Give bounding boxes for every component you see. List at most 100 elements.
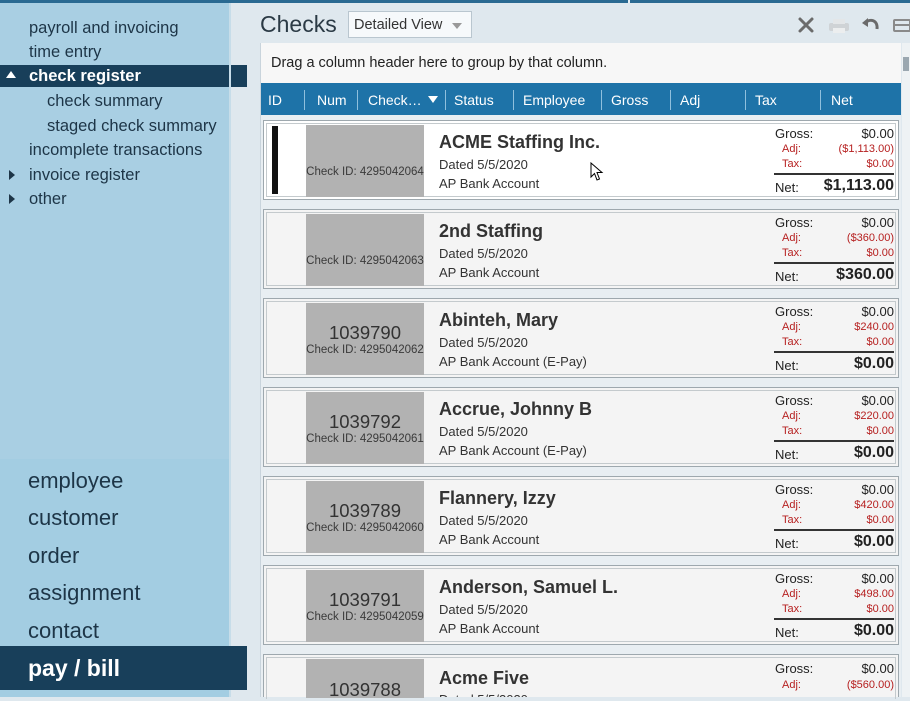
adj-label: Adj: (782, 499, 801, 511)
column-header-check[interactable]: Check… (368, 83, 422, 115)
check-thumbnail[interactable]: 1039791 Check ID: 4295042059 (306, 570, 424, 642)
tax-amount: $0.00 (866, 603, 894, 615)
print-icon[interactable] (827, 14, 851, 36)
column-header-id[interactable]: ID (268, 83, 282, 115)
sidebar-item-invoice-register[interactable]: invoice register (0, 164, 229, 186)
check-id: Check ID: 4295042060 (306, 522, 424, 534)
sidebar-item-other[interactable]: other (0, 188, 229, 210)
gross-label: Gross: (775, 393, 814, 408)
column-header-tax[interactable]: Tax (755, 83, 777, 115)
adj-amount: ($560.00) (846, 679, 894, 691)
sidebar-item-label: time entry (29, 43, 102, 61)
check-id: Check ID: 4295042061 (306, 433, 424, 445)
export-icon[interactable] (892, 14, 910, 36)
sort-descending-icon[interactable] (428, 96, 438, 103)
check-id: Check ID: 4295042062 (306, 344, 424, 356)
sidebar-item-staged-check-summary[interactable]: staged check summary (0, 115, 229, 137)
net-label: Net: (775, 447, 799, 462)
view-select[interactable]: Detailed View (348, 11, 472, 38)
bank-account: AP Bank Account (439, 265, 540, 280)
gross-amount: $0.00 (861, 393, 894, 408)
sidebar-item-label: staged check summary (47, 117, 217, 135)
gross-label: Gross: (775, 126, 814, 141)
check-date: Dated 5/5/2020 (439, 335, 528, 350)
column-separator[interactable] (357, 90, 358, 110)
check-id: Check ID: 4295042064 (306, 166, 424, 178)
collapse-arrow-icon[interactable] (6, 71, 16, 78)
module-order[interactable]: order (28, 541, 79, 571)
adj-amount: ($360.00) (846, 232, 894, 244)
column-separator[interactable] (513, 90, 514, 110)
column-header-employee[interactable]: Employee (523, 83, 585, 115)
sidebar-item-incomplete-transactions[interactable]: incomplete transactions (0, 139, 229, 161)
check-thumbnail[interactable]: 1039788 (306, 659, 424, 700)
payee-name: Flannery, Izzy (439, 488, 556, 508)
check-thumbnail[interactable]: Check ID: 4295042064 (306, 125, 424, 197)
column-separator[interactable] (601, 90, 602, 110)
module-assignment[interactable]: assignment (28, 578, 141, 608)
check-number: 1039791 (328, 589, 402, 610)
check-thumbnail[interactable]: 1039790 Check ID: 4295042062 (306, 303, 424, 375)
check-card[interactable]: 1039789 Check ID: 4295042060 Flannery, I… (263, 476, 899, 556)
net-label: Net: (775, 180, 799, 195)
check-card[interactable]: Check ID: 4295042063 2nd Staffing Dated … (263, 209, 899, 289)
column-header-gross[interactable]: Gross (611, 83, 648, 115)
check-date: Dated 5/5/2020 (439, 692, 528, 697)
column-header-num[interactable]: Num (317, 83, 347, 115)
check-number: 1039790 (328, 322, 402, 343)
bank-account: AP Bank Account (E-Pay) (439, 443, 587, 458)
expand-arrow-icon[interactable] (9, 194, 15, 204)
column-separator[interactable] (304, 90, 305, 110)
adj-amount: $220.00 (854, 410, 894, 422)
column-separator[interactable] (670, 90, 671, 110)
check-thumbnail[interactable]: 1039792 Check ID: 4295042061 (306, 392, 424, 464)
check-card[interactable]: 1039788 Acme Five Dated 5/5/2020 Gross: … (263, 654, 899, 700)
check-card[interactable]: 1039791 Check ID: 4295042059 Anderson, S… (263, 565, 899, 645)
check-date: Dated 5/5/2020 (439, 513, 528, 528)
tax-amount: $0.00 (866, 336, 894, 348)
sidebar-divider (229, 3, 231, 697)
sidebar-item-check-register[interactable]: check register (0, 65, 247, 87)
column-separator[interactable] (820, 90, 821, 110)
tax-amount: $0.00 (866, 158, 894, 170)
group-by-drop-zone[interactable]: Drag a column header here to group by th… (261, 43, 901, 83)
check-card[interactable]: Check ID: 4295042064 ACME Staffing Inc. … (263, 120, 899, 200)
check-date: Dated 5/5/2020 (439, 424, 528, 439)
gross-amount: $0.00 (861, 571, 894, 586)
column-header-net[interactable]: Net (831, 83, 853, 115)
expand-arrow-icon[interactable] (9, 170, 15, 180)
payee-name: Anderson, Samuel L. (439, 577, 619, 597)
tax-label: Tax: (782, 603, 803, 615)
net-amount: $1,113.00 (823, 177, 894, 194)
bank-account: AP Bank Account (439, 621, 540, 636)
column-header-adj[interactable]: Adj (680, 83, 700, 115)
module-pay-bill[interactable]: pay / bill (28, 653, 120, 683)
sidebar-item-time-entry[interactable]: time entry (0, 41, 229, 63)
bank-account: AP Bank Account (439, 532, 540, 547)
sidebar-item-payroll-and-invoicing[interactable]: payroll and invoicing (0, 17, 229, 39)
gross-label: Gross: (775, 661, 814, 676)
column-header-status[interactable]: Status (454, 83, 494, 115)
undo-icon[interactable] (861, 14, 881, 36)
adj-amount: $240.00 (854, 321, 894, 333)
sidebar-item-check-summary[interactable]: check summary (0, 90, 229, 112)
scrollbar-thumb[interactable] (903, 57, 909, 71)
check-card[interactable]: 1039790 Check ID: 4295042062 Abinteh, Ma… (263, 298, 899, 378)
check-thumbnail[interactable]: Check ID: 4295042063 (306, 214, 424, 286)
column-separator[interactable] (445, 90, 446, 110)
check-thumbnail[interactable]: 1039789 Check ID: 4295042060 (306, 481, 424, 553)
check-card[interactable]: 1039792 Check ID: 4295042061 Accrue, Joh… (263, 387, 899, 467)
chevron-down-icon (452, 23, 462, 29)
total-rule (774, 351, 894, 353)
adj-label: Adj: (782, 143, 801, 155)
sidebar-item-label: invoice register (29, 166, 140, 184)
payee-name: Accrue, Johnny B (439, 399, 593, 419)
module-employee[interactable]: employee (28, 466, 123, 496)
module-contact[interactable]: contact (28, 616, 99, 646)
module-customer[interactable]: customer (28, 503, 118, 533)
bank-account: AP Bank Account (E-Pay) (439, 354, 587, 369)
vertical-scrollbar[interactable] (902, 43, 910, 697)
gross-amount: $0.00 (861, 304, 894, 319)
close-icon[interactable] (797, 14, 815, 36)
column-separator[interactable] (745, 90, 746, 110)
